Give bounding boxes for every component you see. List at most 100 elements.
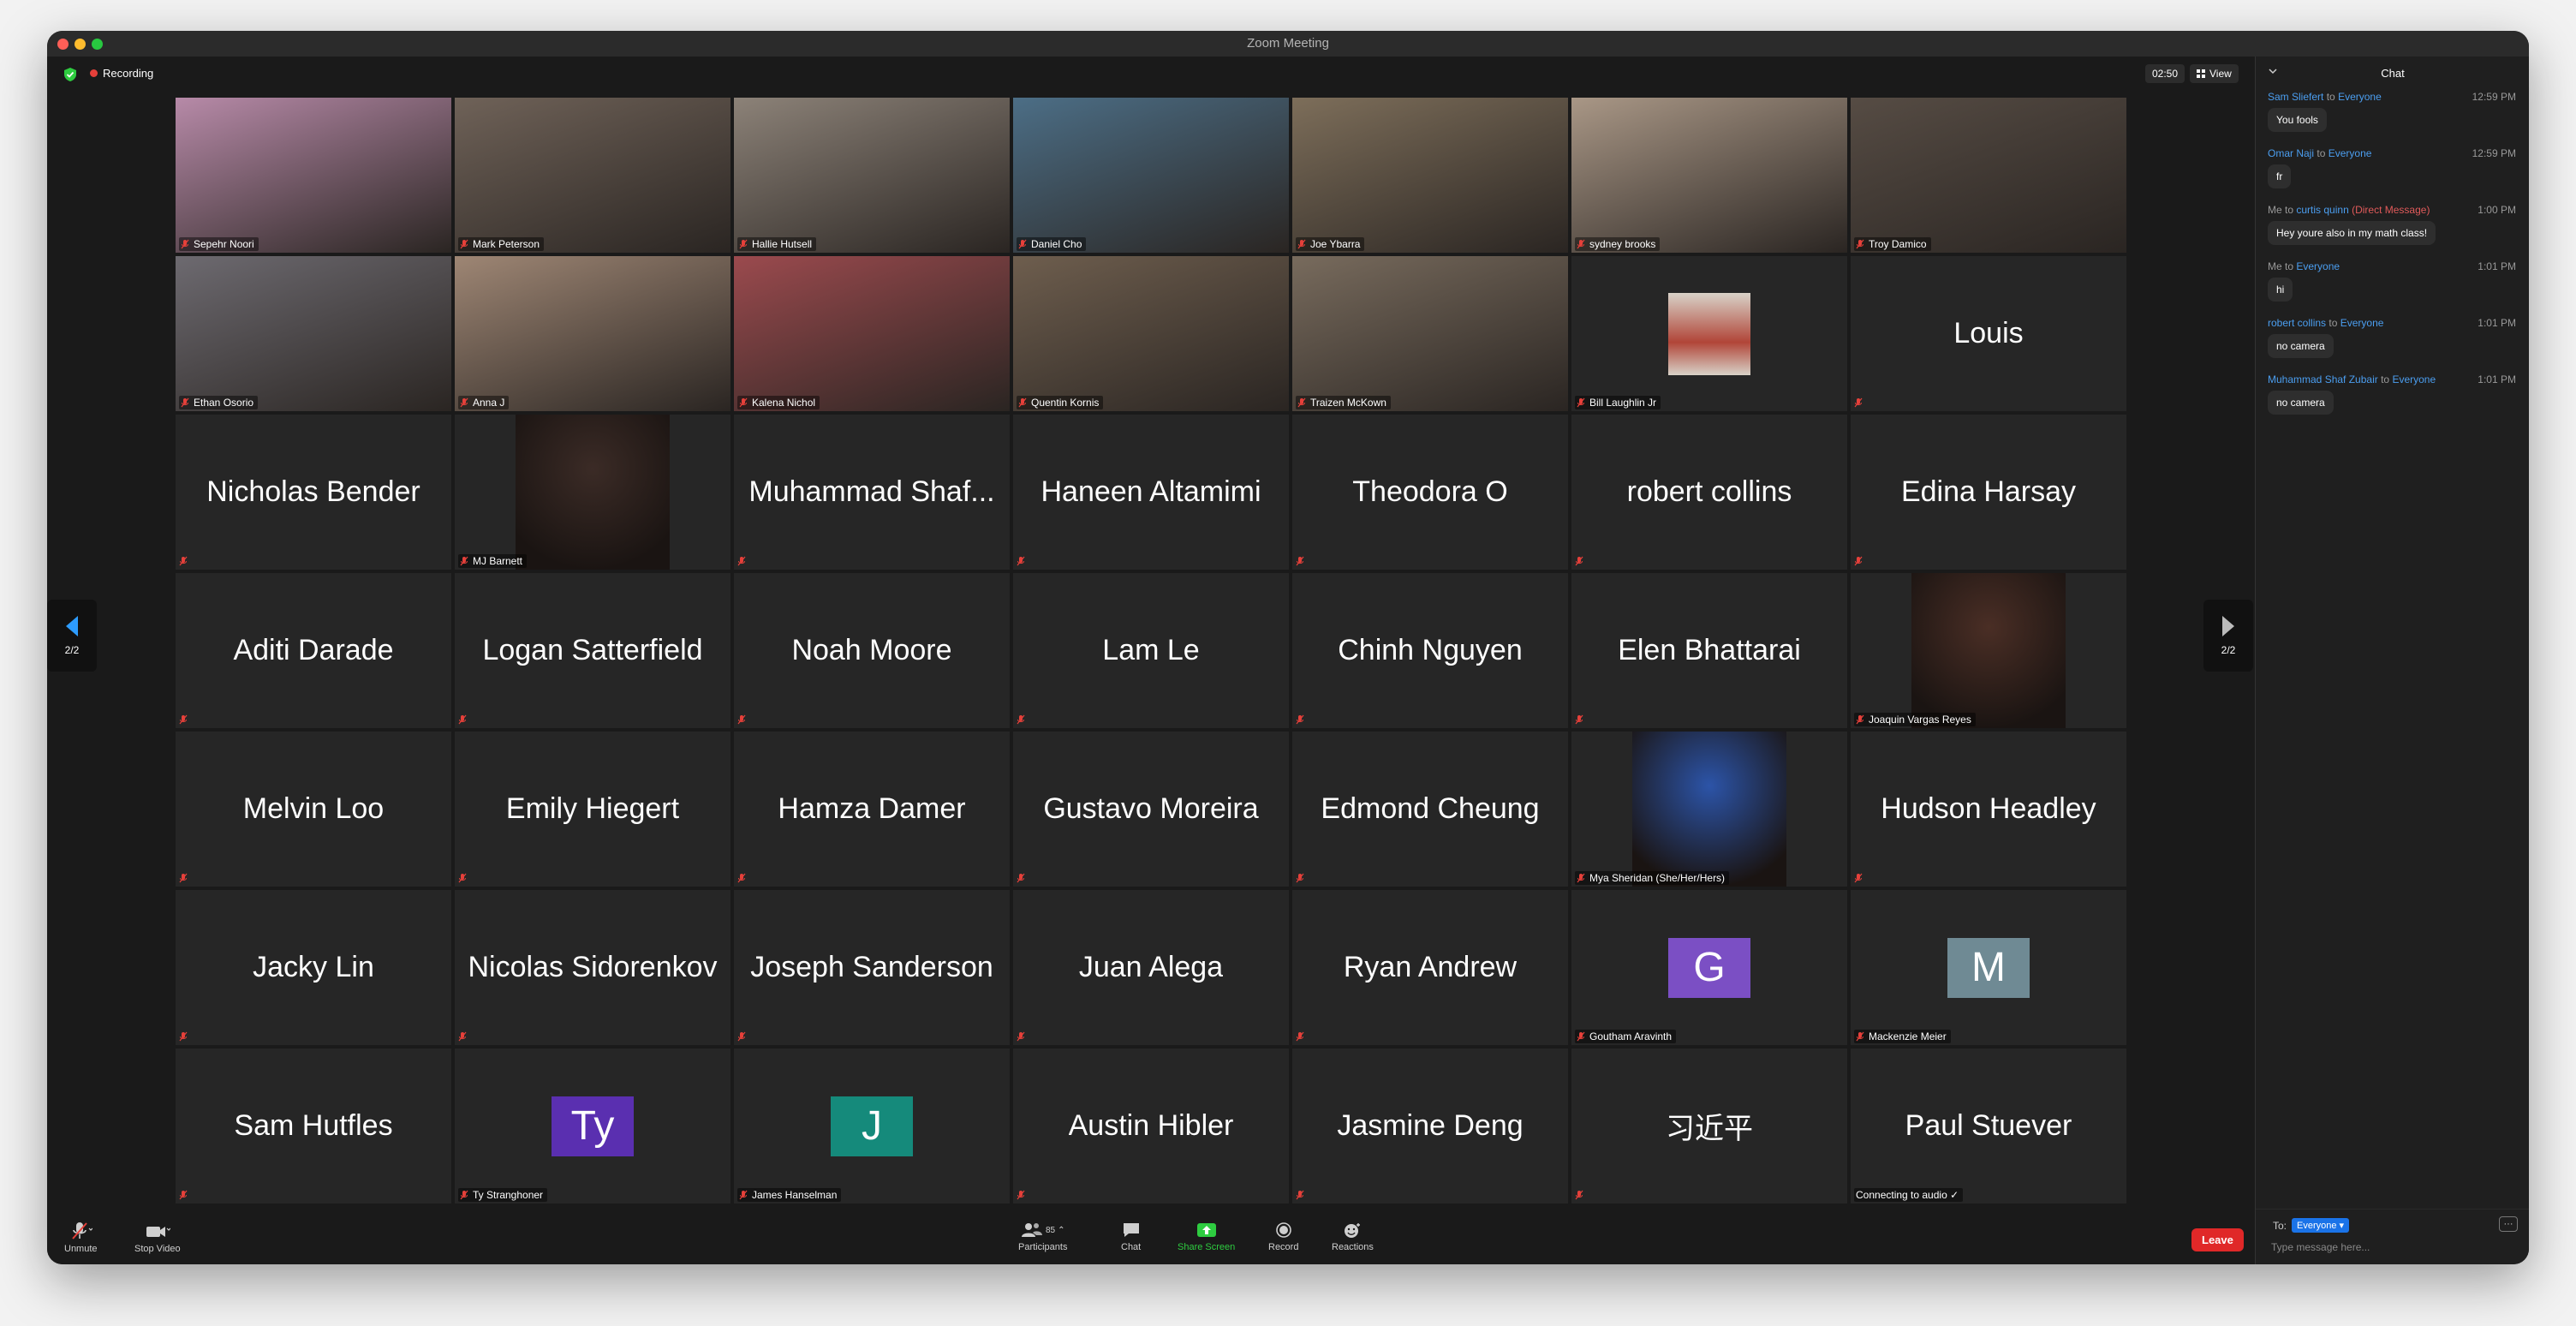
participant-tile[interactable]: robert collins (1571, 415, 1847, 570)
participant-tile[interactable]: sydney brooks (1571, 98, 1847, 253)
participant-tile[interactable]: G Goutham Aravinth (1571, 890, 1847, 1045)
chat-sender: Me (2268, 204, 2282, 216)
participant-name-label: Anna J (458, 396, 510, 409)
participant-tile[interactable]: Mark Peterson (455, 98, 730, 253)
chat-message-text: no camera (2268, 391, 2334, 415)
participant-tile[interactable]: J James Hanselman (734, 1048, 1010, 1204)
participant-tile[interactable]: Ty Ty Stranghoner (455, 1048, 730, 1204)
participant-tile[interactable]: Theodora O (1292, 415, 1568, 570)
participant-tile[interactable]: Austin Hibler (1013, 1048, 1289, 1204)
participant-tile[interactable]: Edmond Cheung (1292, 732, 1568, 887)
participant-name-large: Nicholas Bender (206, 475, 420, 508)
participant-tile[interactable]: Paul Stuever Connecting to audio ✓ (1851, 1048, 2126, 1204)
unmute-button[interactable]: Unmute (64, 1221, 98, 1254)
recipient-dropdown[interactable]: Everyone ▾ (2292, 1218, 2350, 1233)
participants-chevron-icon[interactable]: ⌃ (1058, 1226, 1064, 1235)
participant-tile[interactable]: Nicolas Sidorenkov (455, 890, 730, 1045)
arrow-left-icon (66, 616, 78, 636)
participant-tile[interactable]: Quentin Kornis (1013, 256, 1289, 411)
reactions-button[interactable]: Reactions (1332, 1221, 1374, 1252)
participant-name-label: Daniel Cho (1017, 237, 1087, 251)
stop-video-button[interactable]: Stop Video (134, 1221, 181, 1254)
participant-tile[interactable]: Noah Moore (734, 573, 1010, 728)
view-button[interactable]: View (2190, 64, 2239, 83)
chat-button[interactable]: Chat (1121, 1221, 1141, 1252)
recording-indicator[interactable]: Recording (90, 67, 153, 80)
participant-name: Troy Damico (1869, 238, 1927, 250)
participant-tile[interactable]: Logan Satterfield (455, 573, 730, 728)
share-screen-button[interactable]: Share Screen (1178, 1221, 1235, 1252)
participants-icon-group: 85 ⌃ (1021, 1221, 1065, 1239)
participant-tile[interactable]: Hamza Damer (734, 732, 1010, 887)
participant-tile[interactable]: Traizen McKown (1292, 256, 1568, 411)
leave-button[interactable]: Leave (2191, 1228, 2244, 1251)
participant-tile[interactable]: MJ Barnett (455, 415, 730, 570)
participant-name-label: Bill Laughlin Jr (1575, 396, 1661, 409)
participant-tile[interactable]: Elen Bhattarai (1571, 573, 1847, 728)
participant-tile[interactable]: Ryan Andrew (1292, 890, 1568, 1045)
chat-connector: to (2317, 147, 2326, 159)
shield-icon[interactable] (63, 67, 78, 82)
next-page-button[interactable]: 2/2 (2203, 600, 2253, 672)
participant-tile[interactable]: Lam Le (1013, 573, 1289, 728)
participant-name-large: Theodora O (1352, 475, 1508, 508)
participant-tile[interactable]: Daniel Cho (1013, 98, 1289, 253)
participant-name: James Hanselman (752, 1189, 838, 1201)
participant-name-large: Emily Hiegert (505, 792, 680, 825)
record-button[interactable]: Record (1268, 1221, 1298, 1252)
participant-tile[interactable]: Joaquin Vargas Reyes (1851, 573, 2126, 728)
participant-tile[interactable]: Muhammad Shaf... (734, 415, 1010, 570)
participants-button[interactable]: 85 ⌃ Participants (1018, 1221, 1067, 1252)
chat-message-input[interactable] (2269, 1240, 2513, 1254)
chat-title: Chat (2381, 67, 2405, 80)
participant-tile[interactable]: Ethan Osorio (176, 256, 451, 411)
participant-name-large: 习近平 (1666, 1112, 1753, 1146)
muted-microphone-icon (1577, 239, 1585, 248)
participant-tile[interactable]: Louis (1851, 256, 2126, 411)
profile-photo (1668, 292, 1750, 375)
share-screen-label: Share Screen (1178, 1242, 1236, 1252)
participant-tile[interactable]: Chinh Nguyen (1292, 573, 1568, 728)
participant-name-large: Jasmine Deng (1337, 1109, 1524, 1142)
chat-message-route: Omar Naji to Everyone (2268, 147, 2371, 159)
to-label: To: (2273, 1219, 2287, 1232)
muted-microphone-icon (181, 397, 189, 407)
participant-tile[interactable]: Nicholas Bender (176, 415, 451, 570)
participant-tile[interactable]: Sepehr Noori (176, 98, 451, 253)
participant-name-large: Melvin Loo (242, 792, 385, 825)
participant-tile[interactable]: Edina Harsay (1851, 415, 2126, 570)
participant-tile[interactable]: Hudson Headley (1851, 732, 2126, 887)
participant-tile[interactable]: Haneen Altamimi (1013, 415, 1289, 570)
participant-tile[interactable]: Anna J (455, 256, 730, 411)
participant-tile[interactable]: Troy Damico (1851, 98, 2126, 253)
participant-tile[interactable]: Aditi Darade (176, 573, 451, 728)
participant-tile[interactable]: Jacky Lin (176, 890, 451, 1045)
participant-tile[interactable]: Kalena Nichol (734, 256, 1010, 411)
participant-tile[interactable]: M Mackenzie Meier (1851, 890, 2126, 1045)
participant-tile[interactable]: Jasmine Deng (1292, 1048, 1568, 1204)
participant-video (455, 98, 730, 253)
participant-name-large: Elen Bhattarai (1618, 634, 1801, 666)
chat-recipient: Everyone (2340, 317, 2384, 329)
participant-tile[interactable]: Joe Ybarra (1292, 98, 1568, 253)
participant-name-large: Joseph Sanderson (750, 951, 993, 983)
previous-page-button[interactable]: 2/2 (47, 600, 97, 672)
chat-message-list[interactable]: Sam Sliefert to Everyone 12:59 PM You fool… (2256, 91, 2529, 430)
participant-tile[interactable]: 习近平 (1571, 1048, 1847, 1204)
participant-video (455, 256, 730, 411)
participant-tile[interactable]: Joseph Sanderson (734, 890, 1010, 1045)
participant-name: Kalena Nichol (752, 397, 816, 409)
participant-tile[interactable]: Melvin Loo (176, 732, 451, 887)
participant-tile[interactable]: Gustavo Moreira (1013, 732, 1289, 887)
participant-name-large: Paul Stuever (1905, 1109, 2072, 1142)
participant-tile[interactable]: Hallie Hutsell (734, 98, 1010, 253)
participant-tile[interactable]: Bill Laughlin Jr (1571, 256, 1847, 411)
participant-tile[interactable]: Juan Alega (1013, 890, 1289, 1045)
more-options-icon[interactable]: ··· (2499, 1216, 2518, 1232)
participant-tile[interactable]: Sam Hutfles (176, 1048, 451, 1204)
participant-name: MJ Barnett (473, 555, 523, 567)
participant-name: Ethan Osorio (194, 397, 254, 409)
participant-tile[interactable]: Mya Sheridan (She/Her/Hers) (1571, 732, 1847, 887)
muted-microphone-icon (737, 1031, 746, 1042)
participant-tile[interactable]: Emily Hiegert (455, 732, 730, 887)
